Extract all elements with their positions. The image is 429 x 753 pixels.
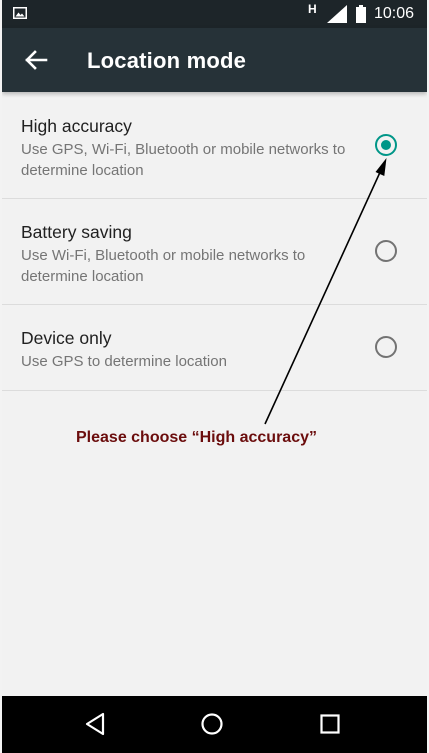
status-bar: H 10:06 xyxy=(2,0,427,28)
nav-back-button[interactable] xyxy=(76,706,116,742)
back-triangle-icon xyxy=(85,712,105,736)
back-button[interactable] xyxy=(16,40,56,80)
signal-icon xyxy=(327,5,347,23)
option-battery-saving[interactable]: Battery saving Use Wi-Fi, Bluetooth or m… xyxy=(2,199,427,305)
option-label: Battery saving xyxy=(21,222,132,242)
radio-battery-saving[interactable] xyxy=(375,240,397,262)
status-clock: 10:06 xyxy=(374,5,415,22)
annotation-text: Please choose “High accuracy” xyxy=(76,429,317,446)
option-description: Use GPS, Wi-Fi, Bluetooth or mobile netw… xyxy=(21,141,346,179)
nav-recents-button[interactable] xyxy=(310,706,350,742)
page-title: Location mode xyxy=(87,48,247,73)
recents-square-icon xyxy=(320,714,340,734)
home-circle-icon xyxy=(201,713,223,735)
radio-high-accuracy[interactable] xyxy=(375,134,397,156)
option-high-accuracy[interactable]: High accuracy Use GPS, Wi-Fi, Bluetooth … xyxy=(2,93,427,199)
app-toolbar: Location mode xyxy=(2,28,427,92)
option-device-only[interactable]: Device only Use GPS to determine locatio… xyxy=(2,305,427,391)
nav-home-button[interactable] xyxy=(192,706,232,742)
image-notification-icon xyxy=(13,7,27,19)
radio-device-only[interactable] xyxy=(375,336,397,358)
option-label: Device only xyxy=(21,328,112,348)
option-description: Use GPS to determine location xyxy=(21,353,227,370)
navigation-bar xyxy=(2,696,427,753)
option-label: High accuracy xyxy=(21,116,132,136)
option-description: Use Wi-Fi, Bluetooth or mobile networks … xyxy=(21,247,306,285)
battery-icon xyxy=(356,5,366,23)
screen: H 10:06 Location mode High accuracy Use … xyxy=(2,0,427,753)
network-type-indicator: H xyxy=(308,2,317,16)
arrow-left-icon xyxy=(25,50,48,70)
